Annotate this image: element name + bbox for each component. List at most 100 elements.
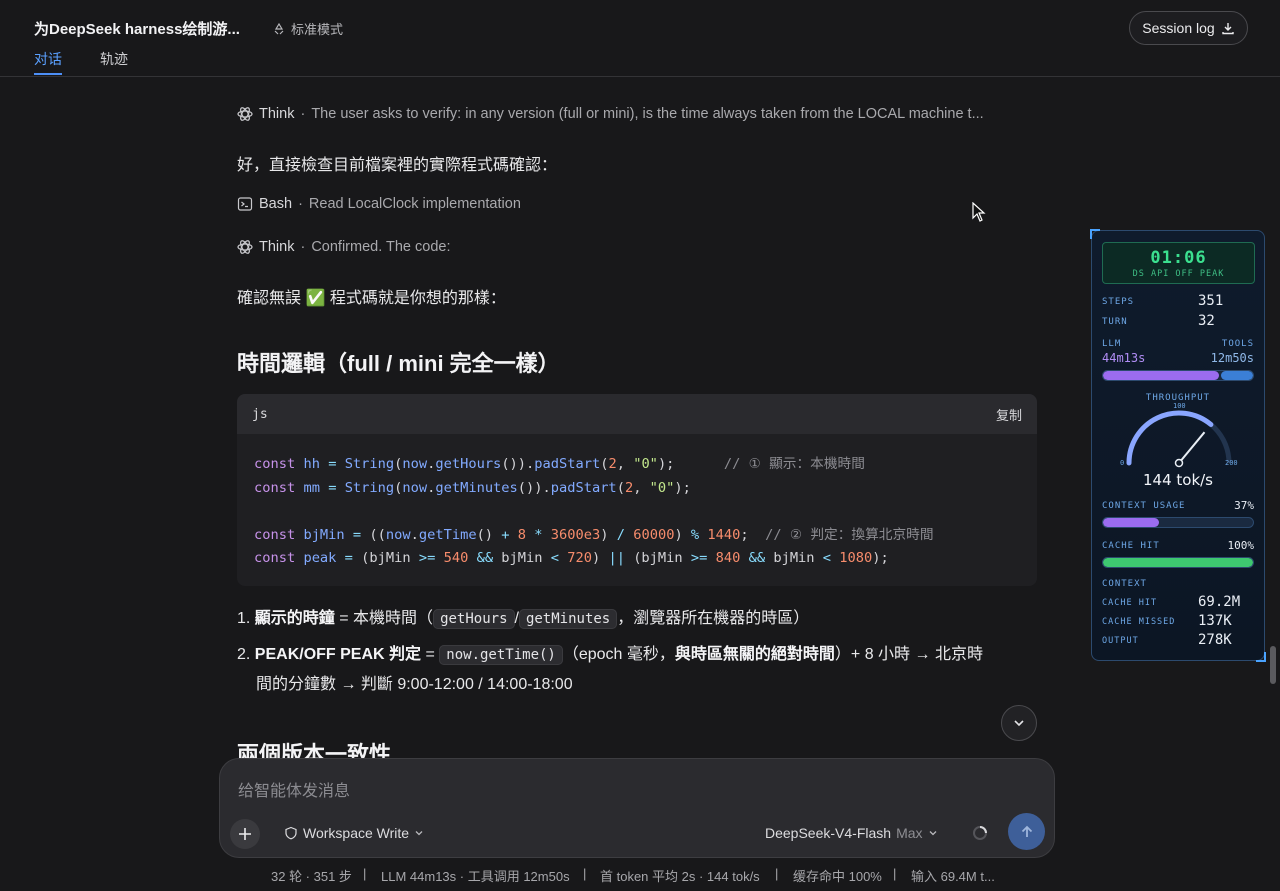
gauge-hub xyxy=(1174,458,1184,468)
mode-indicator[interactable]: 标准模式 xyxy=(272,19,343,38)
send-button[interactable] xyxy=(1008,813,1045,850)
recycle-icon xyxy=(274,22,284,34)
atom-icon xyxy=(237,107,253,121)
stats-hud-panel: 01:06 DS API OFF PEAK STEPS 351 TURN 32 … xyxy=(1090,229,1266,662)
tools-value: 12m50s xyxy=(1210,351,1254,365)
code-header: js 复制 xyxy=(237,394,1037,434)
stat-input: 输入 69.4M t... xyxy=(911,869,995,884)
throughput-value: 144 tok/s xyxy=(1142,471,1213,489)
inline-code: now.getTime() xyxy=(439,645,563,665)
cache-hit-value: 69.2M xyxy=(1198,594,1241,610)
message-composer: 给智能体发消息 Workspace Write DeepSeek-V4-Flas… xyxy=(219,758,1055,858)
paragraph-text: 程式碼就是你想的那樣： xyxy=(329,290,506,307)
paragraph-text: 確認無誤 xyxy=(237,290,302,307)
list-text: = 本機時間（ xyxy=(334,610,434,627)
stat-separator: | xyxy=(363,866,367,881)
hud-clock: 01:06 DS API OFF PEAK xyxy=(1102,242,1255,284)
list-number: 2. xyxy=(237,646,251,663)
header-bar: 为DeepSeek harness绘制游... 标准模式 Session log… xyxy=(0,0,1280,77)
stat-turns: 32 轮 · 351 步 xyxy=(271,869,352,884)
output-value: 278K xyxy=(1198,632,1232,648)
list-text: 間的分鐘數 → 判斷 9:00-12:00 / 14:00-18:00 xyxy=(256,676,573,693)
cache-hit-rate-value: 100% xyxy=(1227,539,1255,552)
model-tier: Max xyxy=(896,825,923,841)
step-kind: Bash xyxy=(259,196,293,212)
code-block: js 复制 const hh = String(now.getHours()).… xyxy=(237,394,1037,586)
throughput-gauge: 0 100 200 xyxy=(1120,402,1238,468)
steps-value: 351 xyxy=(1198,293,1224,309)
shield-icon xyxy=(285,826,297,840)
step-separator: · xyxy=(300,239,306,255)
assistant-paragraph: 好，直接檢查目前檔案裡的實際程式碼確認： xyxy=(237,157,558,174)
bold-text: 顯示的時鐘 xyxy=(254,610,335,627)
section-heading: 兩個版本一致性 xyxy=(237,742,392,759)
hud-corner xyxy=(1090,229,1100,239)
page-scrollbar[interactable] xyxy=(1270,646,1276,684)
loading-spinner-icon xyxy=(973,826,987,840)
context-usage-bar xyxy=(1102,517,1254,528)
session-log-label: Session log xyxy=(1142,20,1215,36)
gauge-track xyxy=(1126,410,1232,464)
section-heading: 時間邏輯（full / mini 完全一樣） xyxy=(237,351,560,376)
cache-missed-label: CACHE MISSED xyxy=(1102,617,1176,627)
context-usage-label: CONTEXT USAGE xyxy=(1102,501,1186,511)
step-kind: Think xyxy=(259,106,295,122)
arrow-up-icon xyxy=(1021,825,1032,837)
conversation-title[interactable]: 为DeepSeek harness绘制游... xyxy=(34,18,240,39)
llm-label: LLM xyxy=(1102,339,1122,349)
list-text: ，瀏覽器所在機器的時區） xyxy=(617,610,810,627)
workspace-permission-select[interactable]: Workspace Write xyxy=(284,825,424,841)
cache-missed-value: 137K xyxy=(1198,613,1232,629)
clock-time: 01:06 xyxy=(1150,248,1207,268)
stat-separator: | xyxy=(775,866,779,881)
cache-hit-bar xyxy=(1102,557,1254,568)
list-item: 2. PEAK/OFF PEAK 判定 = now.getTime() （epoc… xyxy=(237,640,1037,700)
hud-corner xyxy=(1256,652,1266,662)
workspace-label: Workspace Write xyxy=(303,825,410,841)
model-name: DeepSeek-V4-Flash xyxy=(765,825,892,841)
terminal-icon xyxy=(237,197,253,211)
code-content: const hh = String(now.getHours()).padSta… xyxy=(254,456,934,566)
step-text: The user asks to verify: in any version … xyxy=(311,106,984,122)
bash-step[interactable]: Bash · Read LocalClock implementation xyxy=(237,196,521,212)
step-separator: · xyxy=(300,106,306,122)
stat-separator: | xyxy=(893,866,897,881)
active-tab-indicator xyxy=(34,73,62,75)
turn-label: TURN xyxy=(1102,317,1128,327)
mouse-cursor-icon xyxy=(972,202,986,222)
tab-conversation[interactable]: 对话 xyxy=(34,49,62,69)
tools-label: TOOLS xyxy=(1221,339,1254,349)
session-log-button[interactable]: Session log xyxy=(1129,11,1248,45)
download-icon xyxy=(1221,23,1234,35)
code-language: js xyxy=(252,406,268,422)
stat-llm: LLM 44m13s · 工具调用 12m50s xyxy=(381,869,570,884)
context-usage-value: 37% xyxy=(1234,499,1254,512)
stat-token: 首 token 平均 2s · 144 tok/s xyxy=(600,869,760,884)
llm-value: 44m13s xyxy=(1102,351,1146,365)
gauge-needle xyxy=(1178,431,1206,464)
chevron-down-icon xyxy=(1014,720,1024,727)
step-text: Confirmed. The code: xyxy=(311,239,451,255)
think-step[interactable]: Think · The user asks to verify: in any … xyxy=(237,106,984,122)
plus-icon xyxy=(239,828,251,840)
scroll-to-bottom-button[interactable] xyxy=(1001,705,1037,741)
output-label: OUTPUT xyxy=(1102,636,1139,646)
chevron-down-icon xyxy=(415,831,423,836)
copy-code-button[interactable]: 复制 xyxy=(996,405,1022,424)
cache-bar-fill xyxy=(1103,558,1253,567)
list-number: 1. xyxy=(237,610,251,627)
think-step[interactable]: Think · Confirmed. The code: xyxy=(237,239,450,255)
mode-label: 标准模式 xyxy=(291,22,344,37)
list-text: = xyxy=(421,646,440,663)
bold-text: 與時區無關的絕對時間 xyxy=(674,646,835,663)
add-attachment-button[interactable] xyxy=(230,819,260,849)
tab-trajectory[interactable]: 轨迹 xyxy=(100,49,128,69)
model-select[interactable]: DeepSeek-V4-Flash Max xyxy=(765,825,938,841)
check-emoji-icon: ✅ xyxy=(305,290,326,307)
cache-hit-label: CACHE HIT xyxy=(1102,598,1158,608)
step-text: Read LocalClock implementation xyxy=(308,196,521,212)
cache-hit-rate-label: CACHE HIT xyxy=(1102,541,1160,551)
step-separator: · xyxy=(298,196,303,212)
message-input[interactable]: 给智能体发消息 xyxy=(238,777,350,801)
list-text: （epoch 毫秒， xyxy=(562,646,675,663)
